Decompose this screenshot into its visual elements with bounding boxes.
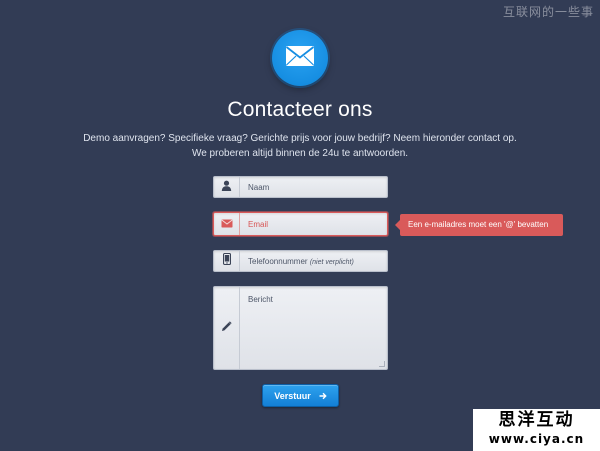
message-textarea[interactable]: Bericht: [213, 286, 388, 370]
email-error-text: Een e-mailadres moet een '@' bevatten: [408, 220, 549, 229]
email-field[interactable]: Email: [213, 212, 388, 236]
submit-button[interactable]: Verstuur: [262, 384, 339, 407]
name-field[interactable]: Naam: [213, 176, 388, 198]
envelope-icon: [220, 215, 233, 233]
pencil-icon: [221, 319, 232, 337]
watermark-box-line-2: www.ciya.cn: [488, 432, 585, 446]
watermark-top: 互联网的一些事: [502, 5, 594, 19]
resize-handle[interactable]: [379, 361, 385, 367]
phone-icon-cell: [214, 251, 240, 271]
phone-icon: [222, 252, 231, 270]
phone-field[interactable]: Telefoonnummer (niet verplicht): [213, 250, 388, 272]
email-error-tooltip: Een e-mailadres moet een '@' bevatten: [395, 214, 563, 236]
message-icon-cell: [214, 287, 240, 369]
phone-optional-note: (niet verplicht): [309, 259, 354, 266]
mail-badge: [272, 30, 328, 86]
phone-placeholder: Telefoonnummer (niet verplicht): [248, 257, 354, 266]
page-title: Contacteer ons: [227, 98, 373, 121]
intro-text-line-2: We proberen altijd binnen de 24u te antw…: [191, 148, 409, 159]
email-placeholder: Email: [248, 220, 269, 229]
message-placeholder: Bericht: [248, 295, 273, 304]
name-placeholder: Naam: [248, 183, 270, 192]
user-icon: [221, 178, 232, 196]
watermark-box-line-1: 思洋互动: [498, 410, 575, 430]
submit-label: Verstuur: [274, 390, 311, 401]
name-icon-cell: [214, 177, 240, 197]
intro-text-line-1: Demo aanvragen? Specifieke vraag? Gerich…: [83, 133, 517, 144]
envelope-icon: [285, 45, 315, 72]
tooltip-arrow: [395, 220, 400, 230]
watermark-box: 思洋互动 www.ciya.cn: [473, 409, 600, 451]
email-icon-cell: [214, 213, 240, 235]
arrow-right-icon: [319, 392, 327, 400]
